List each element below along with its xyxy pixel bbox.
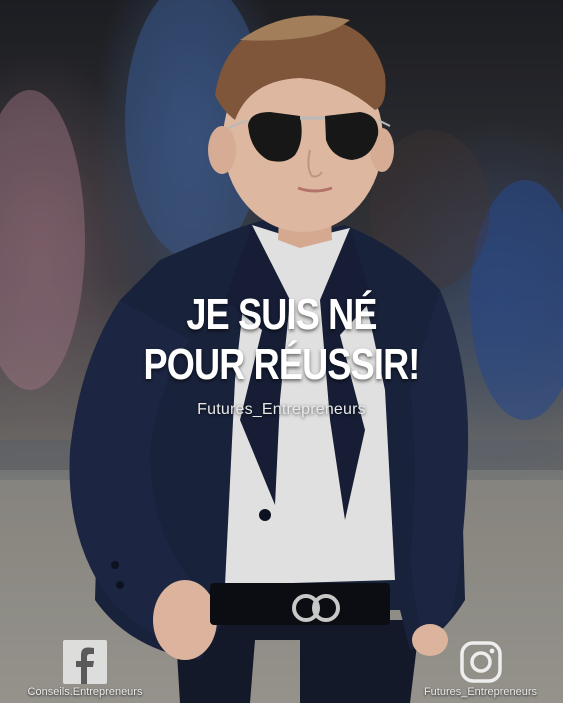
instagram-icon xyxy=(459,641,502,683)
motivational-post: JE SUIS NÉ POUR RÉUSSIR! Futures_Entrepr… xyxy=(0,0,563,703)
facebook-label: Conseils.Entrepreneurs xyxy=(27,686,143,698)
instagram-label: Futures_Entrepreneurs xyxy=(423,686,538,698)
instagram-link[interactable]: Futures_Entrepreneurs xyxy=(418,640,543,698)
headline-line-1: JE SUIS NÉ xyxy=(186,290,377,339)
headline-line-2: POUR RÉUSSIR! xyxy=(143,340,420,389)
facebook-link[interactable]: Conseils.Entrepreneurs xyxy=(20,640,150,698)
headline: JE SUIS NÉ POUR RÉUSSIR! xyxy=(51,290,513,390)
author-handle: Futures_Entrepreneurs xyxy=(197,401,366,418)
facebook-icon xyxy=(63,640,107,684)
